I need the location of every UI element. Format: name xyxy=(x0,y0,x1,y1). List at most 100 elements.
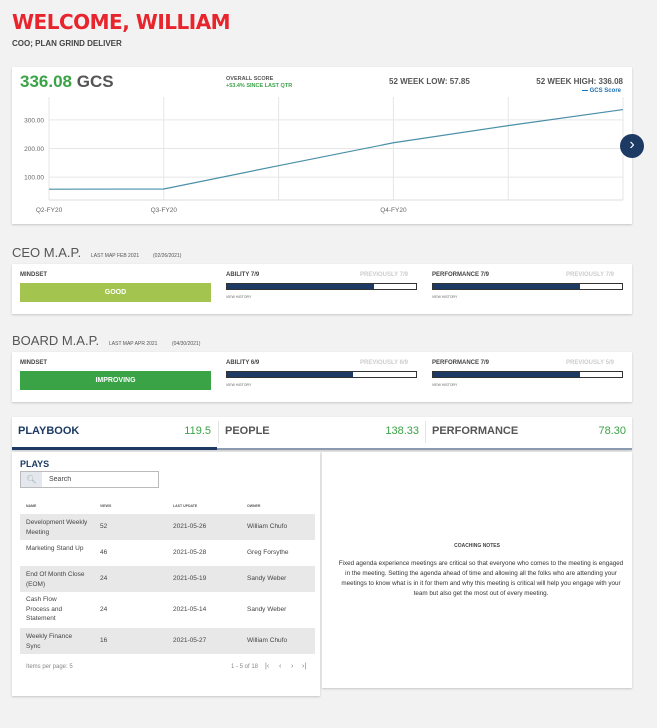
y-tick-label: 300.00 xyxy=(24,117,44,124)
ceo-map-date: (02/26/2021) xyxy=(153,253,182,259)
welcome-title: WELCOME, WILLIAM xyxy=(12,10,231,34)
tab-label: PLAYBOOK xyxy=(18,425,80,437)
prev-page-icon[interactable]: ‹ xyxy=(279,663,281,670)
search-icon[interactable]: 🔍︎ xyxy=(21,472,42,487)
mindset-badge: GOOD xyxy=(20,283,211,302)
cell-owner: William Chufo xyxy=(247,523,288,530)
chevron-right-icon[interactable]: › xyxy=(620,134,644,158)
first-page-icon[interactable]: |‹ xyxy=(265,663,269,670)
ceo-map-card: MINDSET GOOD ABILITY 7/9 PREVIOUSLY 7/9 … xyxy=(12,264,632,314)
cell-views: 24 xyxy=(100,575,108,582)
column-header-owner[interactable]: OWNER xyxy=(247,504,260,508)
y-tick-label: 100.00 xyxy=(24,175,44,182)
performance-view-history-link[interactable]: VIEW HISTORY xyxy=(432,383,457,387)
cell-last-update: 2021-05-26 xyxy=(173,523,207,530)
score-number: 336.08 xyxy=(20,72,72,91)
table-row[interactable]: Cash Flow Process and Statement 24 2021-… xyxy=(20,592,315,628)
week-low: 52 WEEK LOW: 57.85 xyxy=(389,77,470,86)
score-unit: GCS xyxy=(76,72,114,91)
ability-label: ABILITY 7/9 xyxy=(226,272,260,278)
table-row[interactable]: End Of Month Close (EOM) 24 2021-05-19 S… xyxy=(20,566,315,592)
plays-title: PLAYS xyxy=(20,459,50,469)
performance-view-history-link[interactable]: VIEW HISTORY xyxy=(432,295,457,299)
board-map-card: MINDSET IMPROVING ABILITY 6/9 PREVIOUSLY… xyxy=(12,352,632,402)
overall-score-change: +53.4% SINCE LAST QTR xyxy=(226,83,293,89)
table-row[interactable]: Weekly Finance Sync 16 2021-05-27 Willia… xyxy=(20,628,315,654)
performance-label: PERFORMANCE 7/9 xyxy=(432,360,490,366)
board-map-meta: LAST MAP APR 2021 xyxy=(109,341,158,347)
ability-view-history-link[interactable]: VIEW HISTORY xyxy=(226,295,251,299)
table-row[interactable]: Marketing Stand Up 46 2021-05-28 Greg Fo… xyxy=(20,540,315,566)
cell-name: Weekly Finance Sync xyxy=(26,633,73,650)
cell-owner: Greg Forsythe xyxy=(247,549,289,556)
overall-score-label: OVERALL SCORE xyxy=(226,76,274,82)
cell-last-update: 2021-05-28 xyxy=(173,549,207,556)
ability-label: ABILITY 6/9 xyxy=(226,360,260,366)
coaching-notes-title: COACHING NOTES xyxy=(454,543,500,549)
performance-progress xyxy=(432,371,623,378)
table-row[interactable]: Development Weekly Meeting 52 2021-05-26… xyxy=(20,514,315,540)
cell-name: End Of Month Close (EOM) xyxy=(26,571,85,588)
ability-progress xyxy=(226,371,417,378)
chart-legend: GCS Score xyxy=(581,88,621,94)
performance-progress-fill xyxy=(433,372,581,377)
search-box: 🔍︎ xyxy=(20,471,159,488)
tab-value: 119.5 xyxy=(184,425,211,437)
ability-progress-fill xyxy=(227,372,354,377)
legend-line-icon xyxy=(581,89,588,91)
performance-previous: PREVIOUSLY 5/9 xyxy=(566,360,615,366)
cell-owner: Sandy Weber xyxy=(247,575,287,582)
tab-performance[interactable]: PERFORMANCE 78.30 xyxy=(426,417,632,447)
cell-views: 24 xyxy=(100,606,108,613)
last-page-icon[interactable]: ›| xyxy=(302,663,306,670)
page-range: 1 - 5 of 18 xyxy=(231,664,259,670)
cell-owner: William Chufo xyxy=(247,637,288,644)
plays-panel: PLAYS 🔍︎ NAME VIEWS LAST UPDATE OWNER De… xyxy=(12,452,320,696)
ability-previous: PREVIOUSLY 7/9 xyxy=(360,272,409,278)
cell-name: Development Weekly Meeting xyxy=(26,519,88,536)
tab-value: 78.30 xyxy=(598,425,626,437)
cell-last-update: 2021-05-27 xyxy=(173,637,207,644)
x-tick-label: Q2-FY20 xyxy=(36,207,63,214)
board-map-title: BOARD M.A.P. xyxy=(12,333,100,348)
ability-previous: PREVIOUSLY 6/9 xyxy=(360,360,409,366)
next-page-icon[interactable]: › xyxy=(291,663,293,670)
y-tick-label: 200.00 xyxy=(24,146,44,153)
cell-views: 16 xyxy=(100,637,108,644)
performance-previous: PREVIOUSLY 7/9 xyxy=(566,272,615,278)
cell-views: 46 xyxy=(100,549,108,556)
mindset-label: MINDSET xyxy=(20,272,47,278)
active-tab-indicator xyxy=(12,447,217,450)
tab-people[interactable]: PEOPLE 138.33 xyxy=(219,417,425,447)
mindset-label: MINDSET xyxy=(20,360,47,366)
column-header-name[interactable]: NAME xyxy=(26,504,36,508)
ability-view-history-link[interactable]: VIEW HISTORY xyxy=(226,383,251,387)
tab-label: PEOPLE xyxy=(225,425,270,437)
week-high: 52 WEEK HIGH: 336.08 xyxy=(536,77,623,86)
tab-playbook[interactable]: PLAYBOOK 119.5 xyxy=(12,417,217,447)
legend-label: GCS Score xyxy=(589,88,621,94)
x-tick-label: Q3-FY20 xyxy=(151,207,178,214)
cell-name: Marketing Stand Up xyxy=(26,545,84,552)
stats-tabs: PLAYBOOK 119.5 PEOPLE 138.33 PERFORMANCE… xyxy=(12,417,632,450)
board-map-date: (04/30/2021) xyxy=(172,341,201,347)
cell-views: 52 xyxy=(100,523,108,530)
performance-progress xyxy=(432,283,623,290)
items-per-page[interactable]: Items per page: 5 xyxy=(26,664,73,670)
cell-last-update: 2021-05-19 xyxy=(173,575,207,582)
cell-last-update: 2021-05-14 xyxy=(173,606,207,613)
ceo-map-title: CEO M.A.P. xyxy=(12,245,82,260)
tab-value: 138.33 xyxy=(385,425,419,437)
coaching-notes-panel: COACHING NOTES Fixed agenda experience m… xyxy=(322,452,632,688)
column-header-views[interactable]: VIEWS xyxy=(100,504,111,508)
search-input[interactable] xyxy=(42,472,158,487)
table-header: NAME VIEWS LAST UPDATE OWNER xyxy=(20,500,315,514)
mindset-badge: IMPROVING xyxy=(20,371,211,390)
score-card: 100.00 200.00 300.00 Q2-FY20 Q3-FY20 Q4-FY20 … xyxy=(12,67,632,224)
cell-owner: Sandy Weber xyxy=(247,606,287,613)
x-tick-label: Q4-FY20 xyxy=(380,207,407,214)
coaching-notes-body: Fixed agenda experience meetings are cri… xyxy=(338,560,624,597)
column-header-last-update[interactable]: LAST UPDATE xyxy=(173,504,197,508)
performance-label: PERFORMANCE 7/9 xyxy=(432,272,490,278)
performance-progress-fill xyxy=(433,284,581,289)
